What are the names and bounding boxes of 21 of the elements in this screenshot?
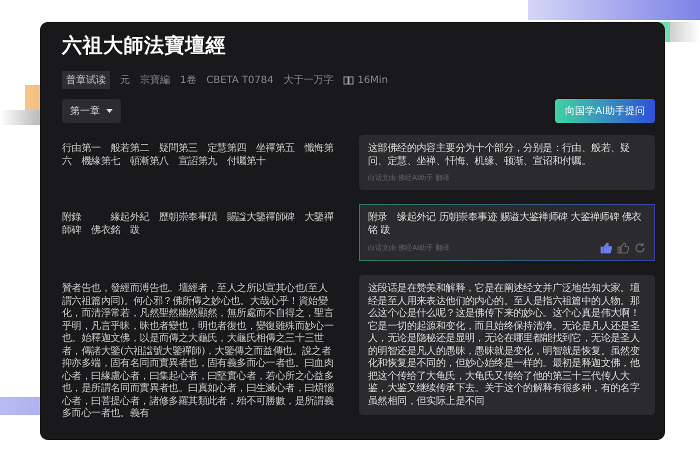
chapter-dropdown[interactable]: 第一章 — [62, 99, 121, 123]
caret-icon — [106, 109, 113, 113]
decor-stripe — [670, 22, 700, 42]
refresh-icon[interactable] — [634, 242, 646, 254]
meta-text: 宗寶編 — [140, 74, 170, 87]
meta-text: 元 — [120, 74, 130, 87]
book-title: 六祖大師法寶壇經 — [62, 32, 227, 59]
meta-text: 1卷 — [180, 74, 196, 87]
original-text: 行由第一 般若第二 疑問第三 定慧第四 坐禪第五 懺悔第六 機緣第七 頓漸第八 宣詔第九 付囑第十 — [62, 142, 335, 168]
translation-text: 附录 缘起外记 历朝崇奉事迹 赐谥大鉴禅师碑 大鉴禅师碑 佛衣铭 跋 — [368, 212, 642, 237]
original-text: 附錄 緣起外紀 歷朝崇奉事蹟 賜諡大鑒禪師碑 大鑒禪師碑 佛衣銘 跋 — [62, 210, 335, 237]
book-icon — [343, 76, 354, 84]
reading-time: 16Min — [357, 74, 388, 86]
thumbs-up-icon[interactable] — [600, 242, 612, 254]
preview-tag: 普章试读 — [62, 71, 110, 89]
original-text: 贊者告也，發經而溥告也。壇經者，至人之所以宣其心也(至人謂六祖篇內同)。何心邪？佛所傳之妙心也。大哉心乎！資始變化，而清淨常若，凡然聖然幽然顯然，無所處而不自得之，聖言乎明，凡言乎昧，昧也者變也，明也者復也，變復雖殊而妙心一也。始釋迦文佛，以是而傳之大龜氏，大龜氏相傳之三十三世者，傳諸大鑒(六祖諡號大鑒禪師)，大鑒傳之而益傳也。說之者抑亦多端，固有名同而實異者也，固有義多而心一者也。曰血肉心者，曰緣慮心者，曰集起心者，曰堅實心者，若心所之心益多也，是所謂名同而實異者也。曰真如心者，曰生滅心者，曰煩惱心者，曰菩提心者，諸修多羅其類此者，殆不可勝數，是所謂義多而心一者也。義有 — [62, 282, 335, 420]
translation-text: 这段话是在赞美和解释，它是在阐述经文并广泛地告知大家。壇经是至人用来表达他们的内心的。至人是指六祖篇中的人物。那么这个心是什么呢？这是佛传下来的妙心。这个心真是伟大啊！它是一切的起源和变化，而且始终保持清净。无论是凡人还是圣人，无论是隐秘还是显明，无论在哪里都能找到它，无论是圣人的明智还是凡人的愚昧，愚昧就是变化，明智就是恢复。虽然变化和恢复是不同的，但妙心始终是一样的。最初是释迦文佛，他把这个传给了大龟氏，大龟氏又传给了他的第三十三代传人大鉴，大鉴又继续传承下去。关于这个的解释有很多种，有的名字虽然相同，但实际上是不同 — [368, 283, 641, 408]
thumbs-up-outline-icon[interactable] — [617, 242, 629, 254]
meta-text: 大于一万字 — [283, 74, 334, 87]
translation-text: 这部佛经的内容主要分为十个部分，分别是：行由、般若、疑问、定慧、坐禅、忏悔、机缘、顿渐、宣诏和付嘱。 — [368, 143, 631, 168]
meta-text: CBETA T0784 — [206, 74, 274, 86]
